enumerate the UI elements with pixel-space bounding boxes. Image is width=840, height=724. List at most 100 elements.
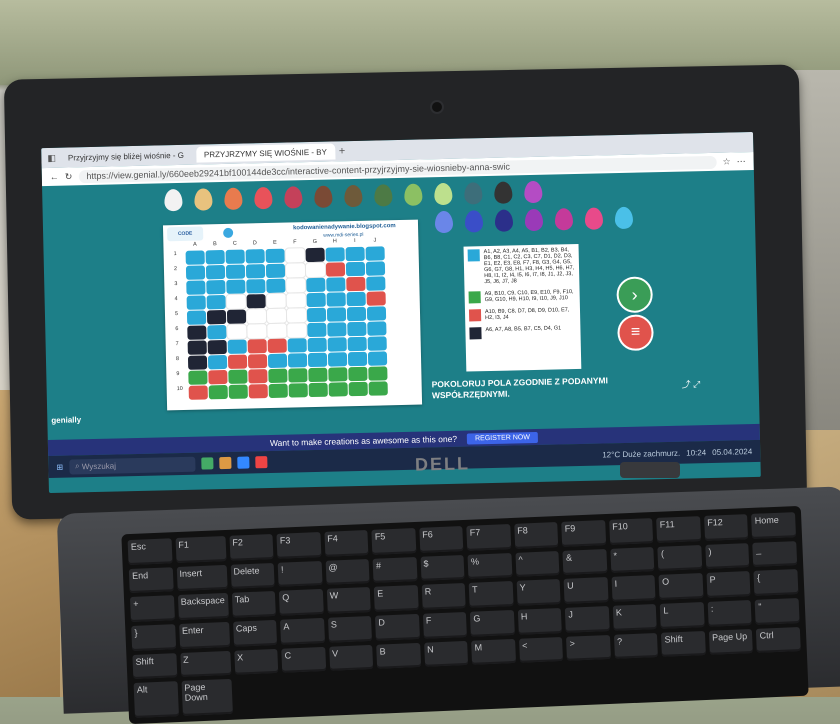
settings-icon[interactable]: ⋯: [737, 156, 746, 167]
keyboard-key[interactable]: Shift: [661, 630, 706, 658]
palette-bottom-color-drop-6[interactable]: [614, 206, 634, 230]
keyboard-key[interactable]: Caps: [232, 619, 278, 647]
grid-cell[interactable]: [205, 249, 225, 265]
grid-cell[interactable]: [266, 278, 286, 294]
keyboard-key[interactable]: Backspace: [177, 593, 229, 620]
next-button[interactable]: ›: [616, 276, 654, 314]
palette-top-color-drop-4[interactable]: [284, 186, 303, 209]
grid-cell[interactable]: [248, 384, 268, 399]
palette-top-color-drop-12[interactable]: [524, 180, 543, 204]
keyboard-key[interactable]: @: [325, 558, 370, 586]
keyboard-key[interactable]: F9: [561, 520, 607, 547]
browser-tab-1[interactable]: Przyjrzyjmy się bliżej wiośnie - G: [60, 147, 192, 166]
keyboard-key[interactable]: !: [277, 560, 323, 588]
palette-top-color-drop-0[interactable]: [164, 188, 183, 212]
grid-cell[interactable]: [366, 306, 387, 321]
grid-cell[interactable]: [286, 322, 308, 339]
palette-bottom-color-drop-4[interactable]: [554, 208, 574, 231]
grid-cell[interactable]: [367, 351, 388, 366]
keyboard-key[interactable]: X: [233, 648, 279, 676]
keyboard-key[interactable]: ): [705, 542, 750, 570]
grid-cell[interactable]: [186, 310, 207, 325]
grid-cell[interactable]: [367, 336, 387, 351]
keyboard-key[interactable]: Page Up: [708, 628, 754, 656]
keyboard-key[interactable]: #: [372, 556, 418, 584]
palette-top-color-drop-7[interactable]: [374, 184, 393, 207]
keyboard-key[interactable]: Tab: [231, 591, 276, 618]
palette-bottom-color-drop-3[interactable]: [524, 208, 544, 232]
grid-cell[interactable]: [225, 249, 245, 264]
keyboard-key[interactable]: E: [373, 585, 419, 612]
grid-cell[interactable]: [248, 369, 268, 384]
palette-top-color-drop-2[interactable]: [224, 187, 243, 210]
grid-cell[interactable]: [287, 353, 308, 368]
grid-cell[interactable]: [245, 264, 266, 279]
menu-button[interactable]: ≡: [617, 314, 654, 352]
grid-cell[interactable]: [367, 321, 387, 336]
grid-cell[interactable]: [346, 291, 366, 307]
grid-cell[interactable]: [365, 246, 385, 261]
keyboard-key[interactable]: V: [328, 644, 374, 672]
keyboard-key[interactable]: Shift: [132, 652, 177, 680]
keyboard-key[interactable]: M: [471, 638, 516, 666]
keyboard-key[interactable]: F6: [419, 526, 464, 553]
grid-cell[interactable]: [187, 355, 208, 370]
keyboard-key[interactable]: >: [566, 634, 611, 662]
taskbar-chrome-icon[interactable]: [254, 456, 268, 469]
keyboard-key[interactable]: N: [423, 640, 469, 668]
register-now-button[interactable]: REGISTER NOW: [466, 431, 539, 445]
keyboard-key[interactable]: J: [565, 605, 610, 633]
grid-cell[interactable]: [306, 292, 326, 308]
grid-cell[interactable]: [208, 369, 228, 385]
keyboard-key[interactable]: G: [470, 609, 515, 637]
grid-cell[interactable]: [366, 276, 386, 291]
grid-cell[interactable]: [326, 307, 347, 322]
keyboard-key[interactable]: B: [376, 642, 421, 670]
grid-cell[interactable]: [366, 291, 386, 306]
grid-cell[interactable]: [245, 308, 268, 325]
grid-cell[interactable]: [287, 338, 307, 353]
keyboard-key[interactable]: F: [422, 611, 468, 639]
grid-cell[interactable]: [288, 368, 308, 383]
grid-cell[interactable]: [266, 322, 288, 340]
grid-cell[interactable]: [285, 277, 307, 294]
keyboard-key[interactable]: ^: [515, 550, 560, 578]
new-tab-button[interactable]: +: [339, 145, 346, 157]
grid-cell[interactable]: [304, 261, 327, 279]
grid-cell[interactable]: [284, 247, 306, 264]
grid-cell[interactable]: [265, 248, 285, 264]
palette-top-color-drop-8[interactable]: [404, 183, 423, 206]
grid-cell[interactable]: [208, 384, 228, 400]
taskbar-folder-icon[interactable]: [218, 456, 232, 470]
palette-top-color-drop-11[interactable]: [494, 181, 513, 204]
grid-cell[interactable]: [187, 340, 207, 355]
keyboard-key[interactable]: L: [660, 601, 705, 629]
palette-bottom-color-drop-2[interactable]: [494, 209, 514, 232]
grid-cell[interactable]: [307, 352, 328, 368]
grid-cell[interactable]: [228, 369, 248, 384]
palette-top-color-drop-5[interactable]: [314, 185, 333, 208]
keyboard-key[interactable]: *: [610, 546, 655, 574]
keyboard-key[interactable]: F1: [175, 535, 227, 563]
grid-cell[interactable]: [246, 323, 268, 340]
grid-cell[interactable]: [227, 339, 247, 354]
grid-cell[interactable]: [227, 354, 248, 369]
grid-cell[interactable]: [347, 351, 368, 367]
keyboard-key[interactable]: Q: [278, 589, 324, 616]
grid-cell[interactable]: [306, 307, 327, 323]
grid-cell[interactable]: [186, 295, 206, 310]
grid-cell[interactable]: [368, 381, 388, 396]
keyboard-key[interactable]: S: [327, 615, 373, 643]
grid-cell[interactable]: [207, 354, 228, 370]
grid-cell[interactable]: [285, 307, 308, 324]
keyboard-key[interactable]: T: [468, 581, 514, 608]
grid-cell[interactable]: [345, 246, 365, 262]
palette-bottom-color-drop-0[interactable]: [434, 210, 454, 234]
palette-top-color-drop-1[interactable]: [194, 188, 213, 211]
back-icon[interactable]: ←: [50, 172, 59, 182]
grid-cell[interactable]: [246, 294, 266, 309]
keyboard-key[interactable]: I: [611, 575, 656, 602]
favorite-icon[interactable]: ☆: [722, 156, 730, 167]
palette-top-color-drop-6[interactable]: [344, 184, 363, 208]
keyboard-key[interactable]: F4: [324, 530, 369, 557]
